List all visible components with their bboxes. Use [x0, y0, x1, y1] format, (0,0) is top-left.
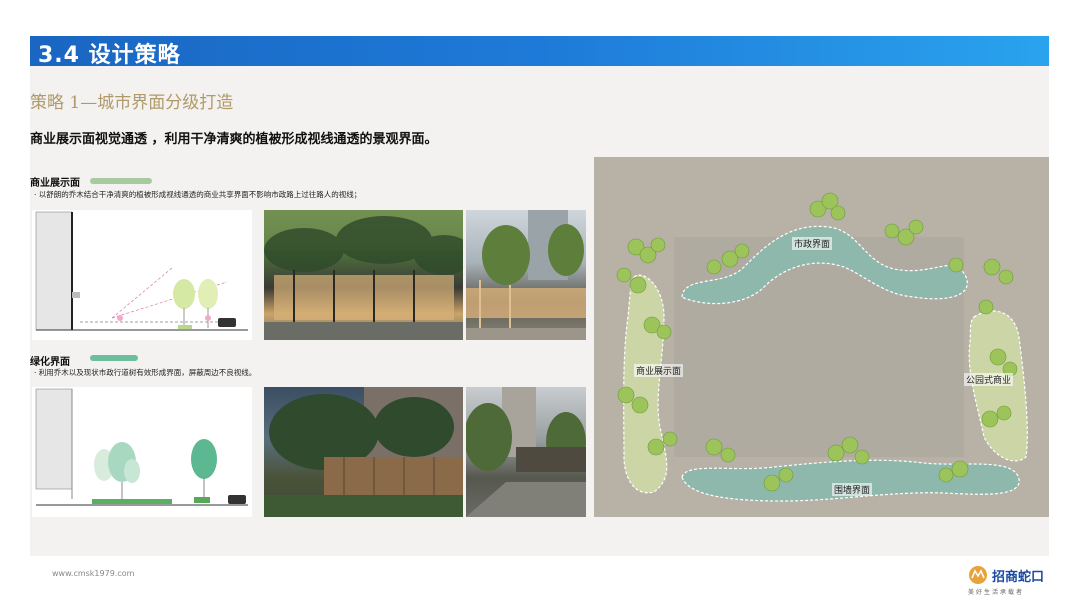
plan-label-municipal: 市政界面 — [792, 237, 833, 250]
photo-green-road — [466, 387, 586, 517]
section-green-swatch — [90, 355, 138, 361]
description: 商业展示面视觉通透 ，利用干净清爽的植被形成视线通透的景观界面。 — [30, 132, 438, 147]
plan-label-commercial: 商业展示面 — [634, 364, 684, 377]
section-diagram-commercial — [32, 210, 252, 340]
plan-label-wall: 围墙界面 — [832, 483, 873, 496]
logo-mark-icon — [969, 566, 987, 584]
photo-commercial-plaza — [466, 210, 586, 340]
company-logo: 招商蛇口 美好生活承载者 — [968, 565, 1044, 596]
strategy-title: 策略 1—城市界面分级打造 — [30, 93, 234, 113]
logo-name: 招商蛇口 — [992, 570, 1045, 585]
logo-slogan: 美好生活承载者 — [968, 589, 1025, 596]
page-title: 3.4 设计策略 — [38, 43, 181, 68]
site-plan-map: 市政界面 商业展示面 公园式商业 围墙界面 — [594, 157, 1049, 517]
photo-commercial-storefront — [264, 210, 463, 340]
plan-label-park-commercial: 公园式商业 — [964, 373, 1014, 386]
photo-green-street-wall — [264, 387, 463, 517]
section-green-label: 绿化界面 — [30, 357, 70, 368]
section-diagram-green — [32, 387, 252, 517]
footer-url: www.cmsk1979.com — [52, 569, 135, 578]
header-bar: 3.4 设计策略 — [30, 36, 1049, 68]
section-commercial-swatch — [90, 178, 152, 184]
section-commercial-label: 商业展示面 — [30, 178, 80, 189]
section-commercial-note: · 以舒朗的乔木结合干净清爽的植被形成视线通透的商业共享界面不影响市政路上过往路… — [34, 190, 362, 199]
site-plan-graphic — [594, 157, 1049, 517]
section-green-note: · 利用乔木以及现状市政行道树有效形成界面，屏蔽周边不良视线。 — [34, 368, 257, 377]
